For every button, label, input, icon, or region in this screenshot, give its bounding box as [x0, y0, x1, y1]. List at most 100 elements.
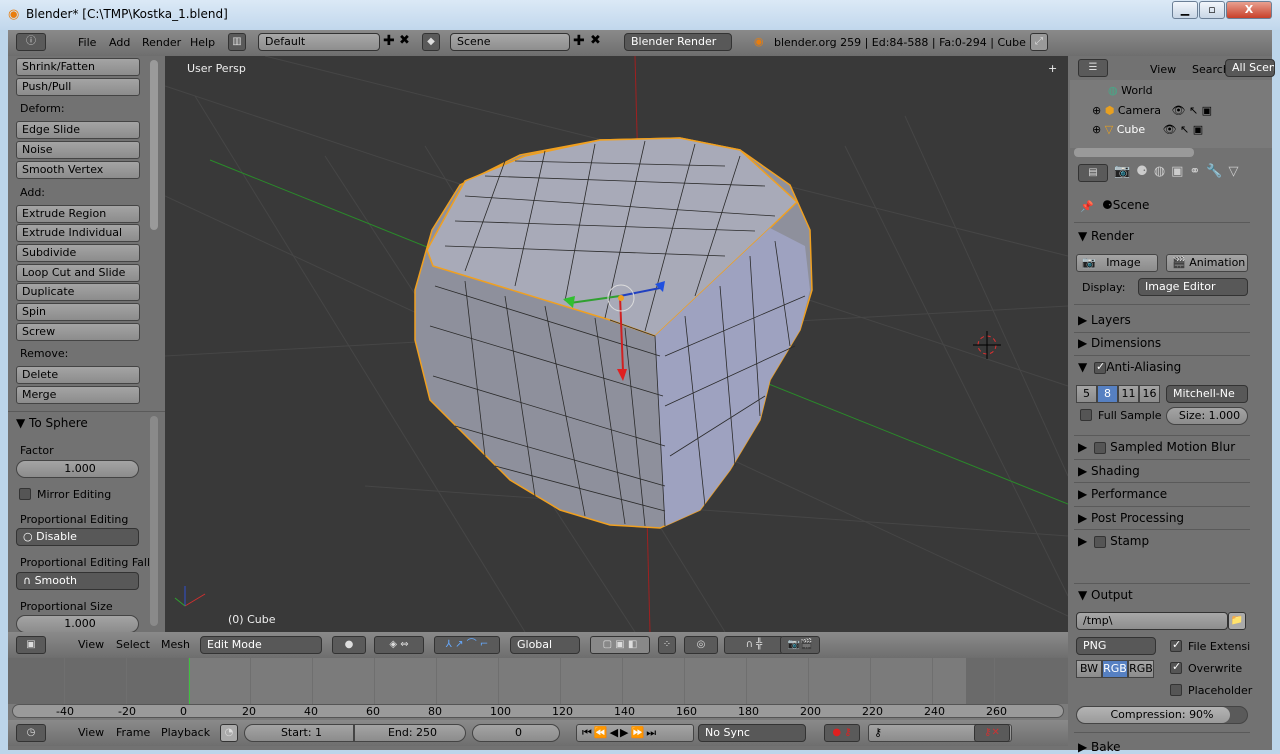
render-panel-header[interactable]: ▼ Render [1078, 229, 1134, 243]
aa-samples-16[interactable]: 16 [1139, 385, 1160, 403]
aa-filter-dropdown[interactable]: Mitchell-Ne [1166, 385, 1248, 403]
menu-view[interactable]: View [78, 638, 104, 651]
placeholder-checkbox[interactable] [1170, 684, 1182, 696]
keyframe-icons[interactable]: ⚷✕ [974, 724, 1010, 742]
preview-range-icon[interactable]: ◔ [220, 724, 238, 742]
editor-type-icon[interactable]: ▣ [16, 636, 46, 654]
select-mode-icons[interactable]: ▢ ▣ ◧ [590, 636, 650, 654]
tool-button-loop-cut-and-slide[interactable]: Loop Cut and Slide [16, 263, 140, 282]
menu-select[interactable]: Select [116, 638, 150, 651]
panel-header-shading[interactable]: ▶ Shading [1078, 464, 1140, 478]
properties-editor-icon[interactable]: ▤ [1078, 164, 1108, 182]
aa-samples-8[interactable]: 8 [1097, 385, 1118, 403]
dimensions-panel-header[interactable]: ▶ Dimensions [1078, 336, 1161, 350]
outliner-menu-view[interactable]: View [1150, 63, 1176, 76]
playback-controls[interactable]: ⏮⏪◀▶⏩⏭ [576, 724, 694, 742]
file-extensions-checkbox[interactable] [1170, 638, 1182, 652]
proportional-size-field[interactable]: 1.000 [16, 615, 139, 633]
timeline-scrollbar[interactable] [12, 704, 1064, 718]
remove-scene-icon[interactable]: ✖ [590, 33, 601, 48]
info-editor-icon[interactable]: ⓘ [16, 33, 46, 51]
pin-icon[interactable]: 📌 [1080, 200, 1094, 213]
render-image-button[interactable]: 📷 Image [1076, 254, 1158, 272]
output-panel-header[interactable]: ▼ Output [1078, 588, 1133, 602]
current-frame-field[interactable]: 0 [472, 724, 560, 742]
menu-file[interactable]: File [78, 36, 96, 49]
outliner-item-camera[interactable]: ⊕ ⬢ Camera 👁 ↖ ▣ [1092, 104, 1212, 117]
panel-checkbox[interactable] [1094, 536, 1106, 549]
aa-samples-11[interactable]: 11 [1118, 385, 1139, 403]
occlude-icon[interactable]: ⁘ [658, 636, 676, 654]
menu-mesh[interactable]: Mesh [161, 638, 190, 651]
tool-button-smooth-vertex[interactable]: Smooth Vertex [16, 160, 140, 179]
pivot-icon[interactable]: ◈ ⇔ [374, 636, 424, 654]
tool-button-push-pull[interactable]: Push/Pull [16, 77, 140, 96]
tool-button-edge-slide[interactable]: Edge Slide [16, 121, 140, 140]
scene-field[interactable]: Scene [450, 33, 570, 51]
falloff-dropdown[interactable]: ∩ Smooth [16, 572, 139, 590]
manipulator-icons[interactable]: ⅄ ↗ ⌒ ⌐ [434, 636, 500, 654]
proportional-icon[interactable]: ◎ [684, 636, 718, 654]
shading-icon[interactable]: ● [332, 636, 366, 654]
3d-viewport[interactable]: User Persp (0) Cube + [165, 56, 1068, 632]
sync-dropdown[interactable]: No Sync [698, 724, 806, 742]
shelf-scrollbar[interactable] [150, 60, 158, 230]
tool-button-extrude-region[interactable]: Extrude Region [16, 204, 140, 223]
bake-panel-header[interactable]: ▶ Bake [1078, 740, 1121, 754]
outliner-filter-dropdown[interactable]: All Scenes [1225, 59, 1275, 77]
tool-button-screw[interactable]: Screw [16, 322, 140, 341]
tool-button-shrink-fatten[interactable]: Shrink/Fatten [16, 58, 140, 76]
timeline-editor-icon[interactable]: ◷ [16, 724, 46, 742]
panel-header-stamp[interactable]: ▶ Stamp [1078, 534, 1149, 548]
maximize-button[interactable]: ▫ [1199, 1, 1225, 19]
scene-icon[interactable]: ◆ [422, 33, 440, 51]
render-engine-dropdown[interactable]: Blender Render [624, 33, 732, 51]
menu-frame[interactable]: Frame [116, 726, 150, 739]
outliner-hscroll[interactable] [1074, 148, 1194, 157]
add-layout-icon[interactable]: ✚ [383, 33, 395, 49]
antialiasing-checkbox[interactable] [1094, 360, 1106, 374]
panel-checkbox[interactable] [1094, 442, 1106, 454]
minimize-button[interactable]: ▁ [1172, 1, 1198, 19]
color-mode-rgb-1[interactable]: RGB [1102, 660, 1128, 678]
factor-field[interactable]: 1.000 [16, 460, 139, 478]
menu-add[interactable]: Add [109, 36, 130, 49]
folder-icon[interactable]: 📁 [1228, 612, 1246, 630]
panel-header-post-processing[interactable]: ▶ Post Processing [1078, 511, 1184, 525]
layout-field[interactable]: Default [258, 33, 380, 51]
menu-view[interactable]: View [78, 726, 104, 739]
start-frame-field[interactable]: Start: 1 [244, 724, 354, 742]
panel-header-performance[interactable]: ▶ Performance [1078, 487, 1167, 501]
fullscreen-icon[interactable]: ⤢ [1030, 33, 1048, 51]
color-mode-rgb-2[interactable]: RGB [1128, 660, 1154, 678]
viewport-corner-icon[interactable]: + [1048, 62, 1057, 75]
menu-help[interactable]: Help [190, 36, 215, 49]
end-frame-field[interactable]: End: 250 [354, 724, 466, 742]
tool-button-noise[interactable]: Noise [16, 141, 140, 160]
compression-slider[interactable]: Compression: 90% [1076, 706, 1248, 724]
tool-button-duplicate[interactable]: Duplicate [16, 283, 140, 302]
add-scene-icon[interactable]: ✚ [573, 33, 585, 49]
orientation-dropdown[interactable]: Global [510, 636, 580, 654]
record-icon[interactable]: ● ⚷ [824, 724, 860, 742]
tool-button-delete[interactable]: Delete [16, 366, 140, 385]
outliner-item-cube[interactable]: ⊕ ▽ Cube 👁 ↖ ▣ [1092, 123, 1203, 136]
operator-scrollbar[interactable] [150, 416, 158, 626]
3d-cursor-icon[interactable] [973, 331, 1001, 359]
mirror-editing-checkbox[interactable] [19, 488, 31, 500]
display-dropdown[interactable]: Image Editor [1138, 278, 1248, 296]
screen-layout-icon[interactable]: ▥ [228, 33, 246, 51]
proportional-editing-dropdown[interactable]: ○ Disable [16, 528, 139, 546]
aa-size-field[interactable]: Size: 1.000 [1166, 407, 1248, 425]
output-path-field[interactable]: /tmp\ [1076, 612, 1228, 630]
color-mode-bw-0[interactable]: BW [1076, 660, 1102, 678]
overwrite-checkbox[interactable] [1170, 660, 1182, 674]
mode-dropdown[interactable]: Edit Mode [200, 636, 322, 654]
tool-button-spin[interactable]: Spin [16, 303, 140, 321]
outliner-editor-icon[interactable]: ☰ [1078, 59, 1108, 77]
properties-tabs[interactable]: 📷⚈◍▣⚭🔧▽ [1114, 164, 1245, 179]
render-animation-button[interactable]: 🎬 Animation [1166, 254, 1248, 272]
operator-panel-title[interactable]: ▼ To Sphere [16, 416, 88, 430]
tool-button-subdivide[interactable]: Subdivide [16, 243, 140, 262]
remove-layout-icon[interactable]: ✖ [399, 33, 410, 48]
